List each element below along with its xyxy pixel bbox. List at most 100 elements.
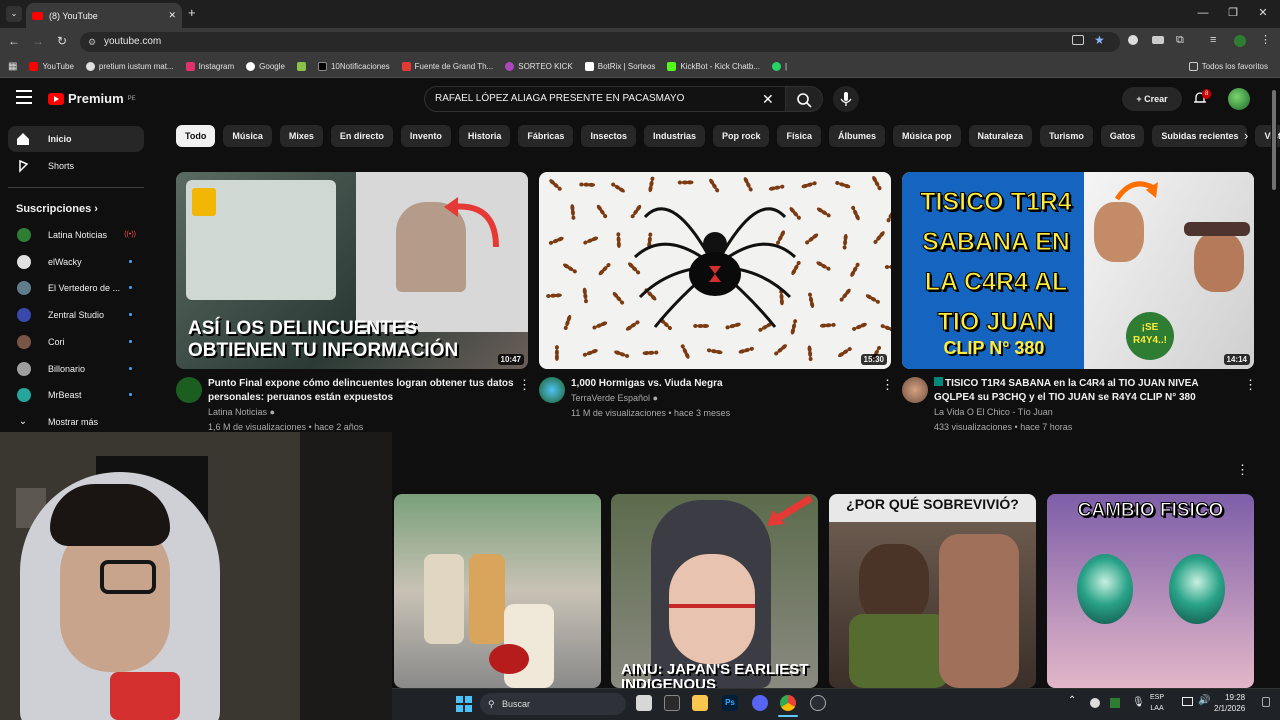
chip-filter[interactable]: Gatos xyxy=(1100,125,1145,147)
chip-filter[interactable]: Turismo xyxy=(1040,125,1093,147)
tray-icon[interactable] xyxy=(1110,698,1120,708)
chip-filter[interactable]: Álbumes xyxy=(829,125,886,147)
chip-filter[interactable]: Física xyxy=(777,125,821,147)
channel-avatar[interactable] xyxy=(176,377,202,403)
chevron-up-icon[interactable]: ⌃ xyxy=(1068,695,1076,706)
chrome-menu-icon[interactable]: ⋮ xyxy=(1260,33,1271,46)
bookmark-item[interactable]: Google xyxy=(246,62,285,71)
clear-search-icon[interactable]: ✕ xyxy=(762,91,774,108)
more-options-icon[interactable]: ⋮ xyxy=(881,377,894,393)
channel-name[interactable]: TerraVerde Español ● xyxy=(571,391,879,406)
chip-filter[interactable]: Fábricas xyxy=(518,125,574,147)
discord-icon[interactable] xyxy=(752,695,768,711)
chip-all[interactable]: Todo xyxy=(176,125,216,147)
bookmark-item[interactable]: YouTube xyxy=(29,62,74,71)
chip-filter[interactable]: Pop rock xyxy=(712,125,770,147)
channel-avatar[interactable] xyxy=(539,377,565,403)
subscription-item[interactable]: elWacky xyxy=(8,249,144,275)
all-favorites-folder[interactable]: Todos los favoritos xyxy=(1188,62,1268,71)
sidebar-item-shorts[interactable]: Shorts xyxy=(8,153,144,179)
subscription-item[interactable]: Cori xyxy=(8,329,144,355)
video-title[interactable]: 1,000 Hormigas vs. Viuda Negra xyxy=(571,377,879,391)
install-app-icon[interactable] xyxy=(1072,35,1084,45)
chip-filter[interactable]: Mixes xyxy=(279,125,323,147)
subscriptions-heading[interactable]: Suscripciones › xyxy=(16,203,98,215)
bookmark-item[interactable]: Fuente de Grand Th... xyxy=(401,62,493,71)
subscription-item[interactable]: El Vertedero de ... xyxy=(8,275,144,301)
reading-list-icon[interactable]: ≡ xyxy=(1210,34,1216,46)
page-scrollbar[interactable] xyxy=(1271,82,1277,688)
forward-icon[interactable]: → xyxy=(32,34,44,48)
site-info-icon[interactable]: ⚙ xyxy=(88,32,96,52)
windows-start-icon[interactable] xyxy=(456,696,472,712)
subscription-item[interactable]: Billonario xyxy=(8,356,144,382)
video-thumbnail[interactable]: TISICO T1R4 SABANA EN LA C4R4 AL TIO JUA… xyxy=(902,172,1254,369)
browser-tab-youtube[interactable]: (8) YouTube ✕ xyxy=(26,3,182,28)
bookmark-star-icon[interactable]: ★ xyxy=(1094,33,1105,47)
video-thumbnail[interactable]: 15:30 xyxy=(539,172,891,369)
chevron-right-icon[interactable]: › xyxy=(1244,128,1248,143)
photoshop-icon[interactable]: Ps xyxy=(722,695,738,711)
channel-name[interactable]: Latina Noticias ● xyxy=(208,405,516,420)
minimize-icon[interactable]: — xyxy=(1192,4,1214,22)
bookmark-item[interactable] xyxy=(296,62,306,71)
shorts-more-options-icon[interactable]: ⋮ xyxy=(1236,462,1249,478)
extension-icon[interactable] xyxy=(1128,35,1138,45)
back-icon[interactable]: ← xyxy=(8,34,20,48)
file-explorer-icon[interactable] xyxy=(692,695,708,711)
channel-name[interactable]: La Vida O El Chico - Tío Juan xyxy=(934,405,1242,420)
bookmark-item[interactable]: pretium iustum mat... xyxy=(85,62,174,71)
more-options-icon[interactable]: ⋮ xyxy=(1244,377,1257,393)
search-input[interactable]: RAFAEL LÓPEZ ALIAGA PRESENTE EN PACASMAY… xyxy=(424,86,786,112)
bookmark-item[interactable]: | xyxy=(772,62,787,71)
taskbar-search[interactable]: ⚲ Buscar xyxy=(480,693,626,715)
account-avatar[interactable] xyxy=(1228,88,1250,110)
close-window-icon[interactable]: ✕ xyxy=(1252,4,1274,22)
video-title-line2[interactable]: GQLPE4 su P3CHQ y el TIO JUAN se R4Y4 CL… xyxy=(934,391,1242,405)
hamburger-menu-icon[interactable] xyxy=(16,90,32,104)
profile-avatar[interactable] xyxy=(1234,35,1246,47)
chip-filter[interactable]: Subidas recientes xyxy=(1152,125,1248,147)
new-tab-icon[interactable]: + xyxy=(188,5,196,20)
search-button[interactable] xyxy=(785,86,823,112)
short-thumbnail[interactable] xyxy=(394,494,601,688)
reload-icon[interactable]: ↻ xyxy=(57,34,67,48)
chip-filter[interactable]: Historia xyxy=(458,125,511,147)
maximize-icon[interactable]: ❐ xyxy=(1222,4,1244,22)
sidebar-item-home[interactable]: Inicio xyxy=(8,126,144,152)
create-button[interactable]: + Crear xyxy=(1122,87,1182,111)
address-bar[interactable]: ⚙ youtube.com xyxy=(80,32,1120,52)
bookmark-item[interactable]: Instagram xyxy=(185,62,234,71)
more-options-icon[interactable]: ⋮ xyxy=(518,377,531,393)
tab-search-icon[interactable]: ⌄ xyxy=(6,6,22,22)
tray-icon[interactable] xyxy=(1090,698,1100,708)
bookmark-item[interactable]: BotRix | Sorteos xyxy=(584,62,655,71)
short-thumbnail[interactable]: AINU: JAPAN'S EARLIEST INDIGENOUS xyxy=(611,494,818,688)
apps-grid-icon[interactable]: ▦ xyxy=(8,61,17,72)
bookmark-item[interactable]: 10Notificaciones xyxy=(317,62,390,71)
taskbar-clock[interactable]: 19:28 2/1/2026 xyxy=(1214,692,1245,714)
notification-center-icon[interactable] xyxy=(1262,697,1270,707)
obs-icon[interactable] xyxy=(810,695,826,711)
subscription-item[interactable]: MrBeast xyxy=(8,382,144,408)
network-icon[interactable] xyxy=(1182,697,1193,706)
chip-filter[interactable]: Insectos xyxy=(581,125,636,147)
microphone-icon[interactable]: 🎙 xyxy=(1132,697,1145,708)
chip-filter[interactable]: Música xyxy=(223,125,272,147)
chip-filter[interactable]: Música pop xyxy=(893,125,961,147)
chip-filter[interactable]: Invento xyxy=(400,125,451,147)
short-thumbnail[interactable]: CAMBIO FISICO xyxy=(1047,494,1254,688)
chip-filter[interactable]: Industrias xyxy=(643,125,705,147)
video-title[interactable]: TISICO T1R4 SABANA en la C4R4 al TIO JUA… xyxy=(934,377,1242,391)
subscription-item[interactable]: Latina Noticias ((•)) xyxy=(8,222,144,248)
terminal-icon[interactable] xyxy=(664,695,680,711)
task-view-icon[interactable] xyxy=(636,695,652,711)
video-thumbnail[interactable]: ASÍ LOS DELINCUENTES OBTIENEN TU INFORMA… xyxy=(176,172,528,369)
chip-filter[interactable]: En directo xyxy=(330,125,393,147)
volume-icon[interactable]: 🔊 xyxy=(1198,695,1210,706)
language-indicator[interactable]: ESP LAA xyxy=(1150,692,1164,714)
bookmark-item[interactable]: SORTEO KICK xyxy=(505,62,573,71)
video-title[interactable]: Punto Final expone cómo delincuentes log… xyxy=(208,377,516,391)
close-tab-icon[interactable]: ✕ xyxy=(168,10,176,21)
subscription-item[interactable]: Zentral Studio xyxy=(8,302,144,328)
